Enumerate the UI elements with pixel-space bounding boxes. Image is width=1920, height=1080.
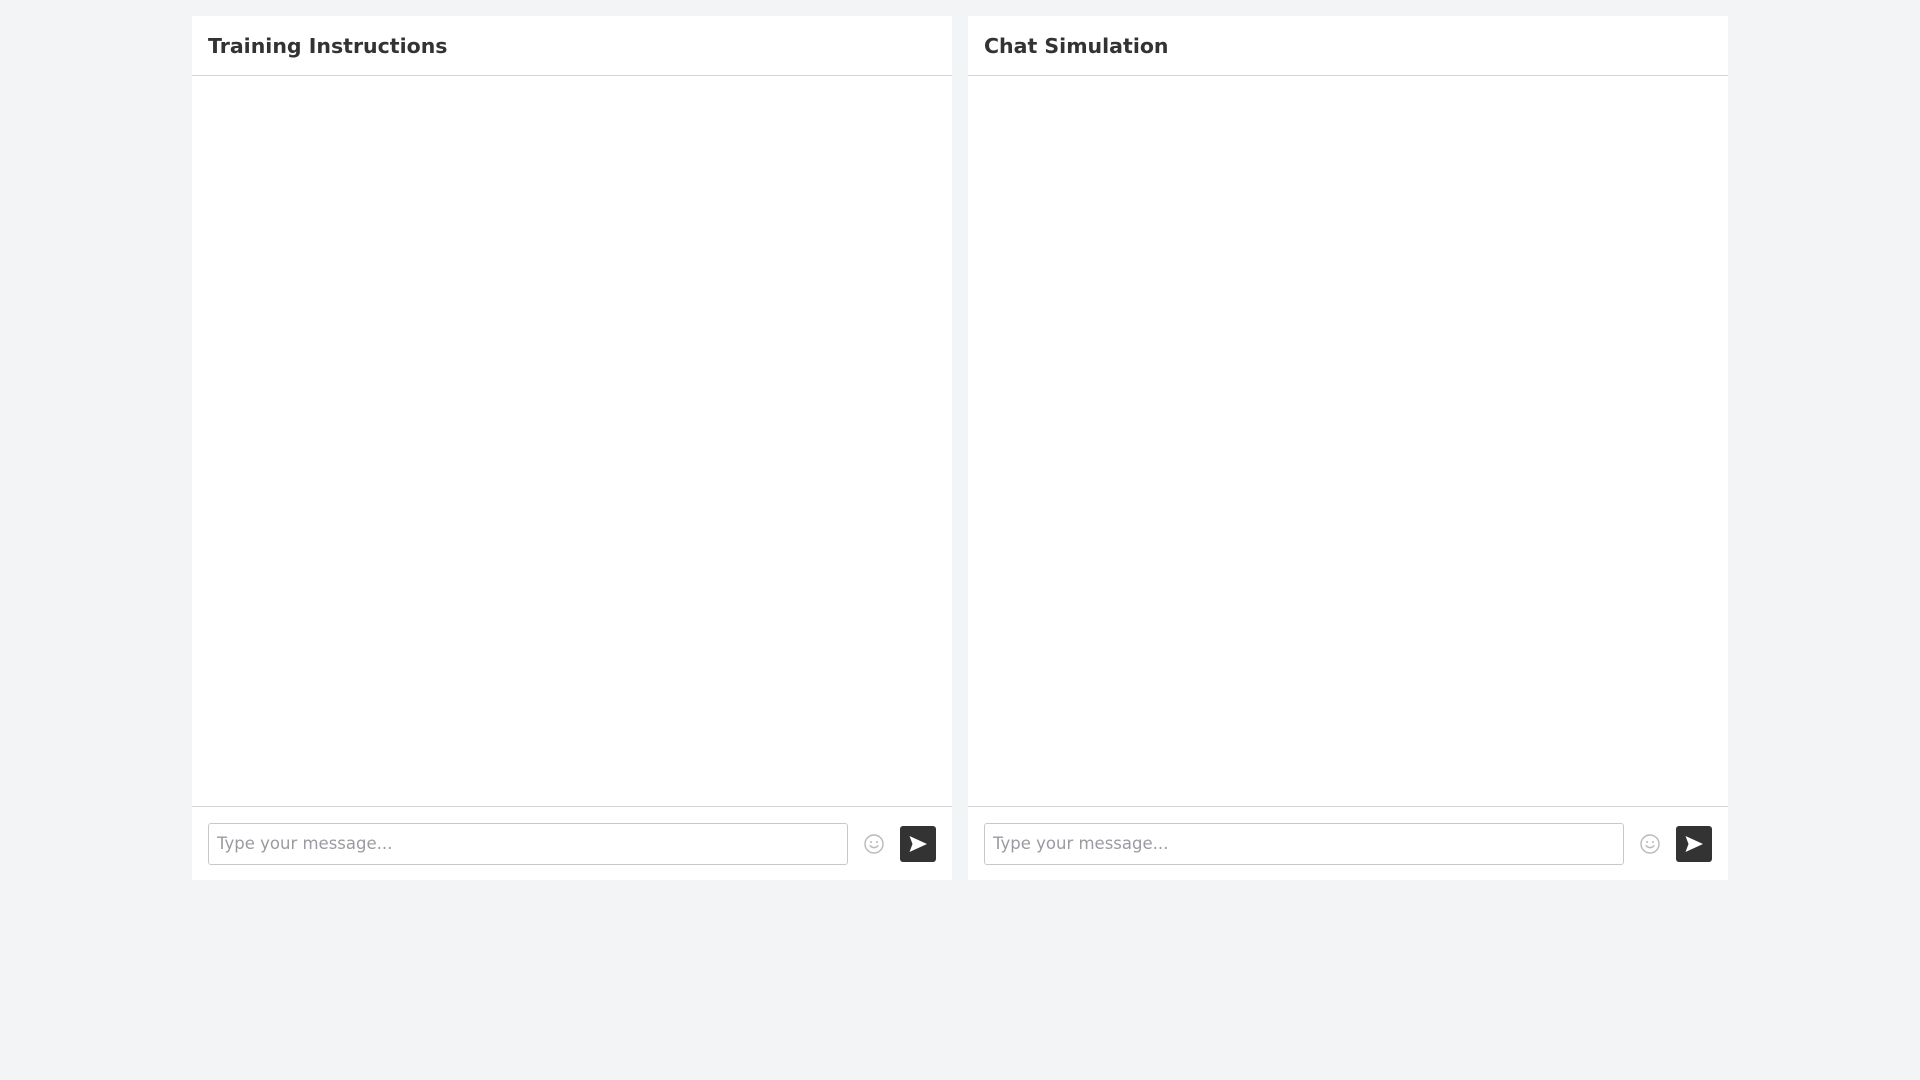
panel-header: Training Instructions: [192, 16, 952, 76]
message-composer: [968, 806, 1728, 880]
chat-simulation-panel: Chat Simulation: [968, 16, 1728, 880]
send-button[interactable]: [900, 825, 936, 862]
send-arrow-icon: [1685, 835, 1703, 852]
app-container: Training Instructions Chat Simulatio: [192, 16, 1728, 880]
panel-title: Chat Simulation: [984, 33, 1169, 58]
message-input[interactable]: [208, 822, 848, 865]
message-list: [968, 76, 1728, 806]
send-button[interactable]: [1676, 825, 1712, 862]
emoji-button[interactable]: [860, 830, 888, 858]
panel-header: Chat Simulation: [968, 16, 1728, 76]
panel-title: Training Instructions: [208, 33, 448, 58]
send-arrow-icon: [909, 835, 927, 852]
smiley-face-icon: [1640, 833, 1660, 854]
training-instructions-panel: Training Instructions: [192, 16, 952, 880]
message-composer: [192, 806, 952, 880]
message-input[interactable]: [984, 822, 1624, 865]
emoji-button[interactable]: [1636, 830, 1664, 858]
message-list: [192, 76, 952, 806]
smiley-face-icon: [864, 833, 884, 854]
